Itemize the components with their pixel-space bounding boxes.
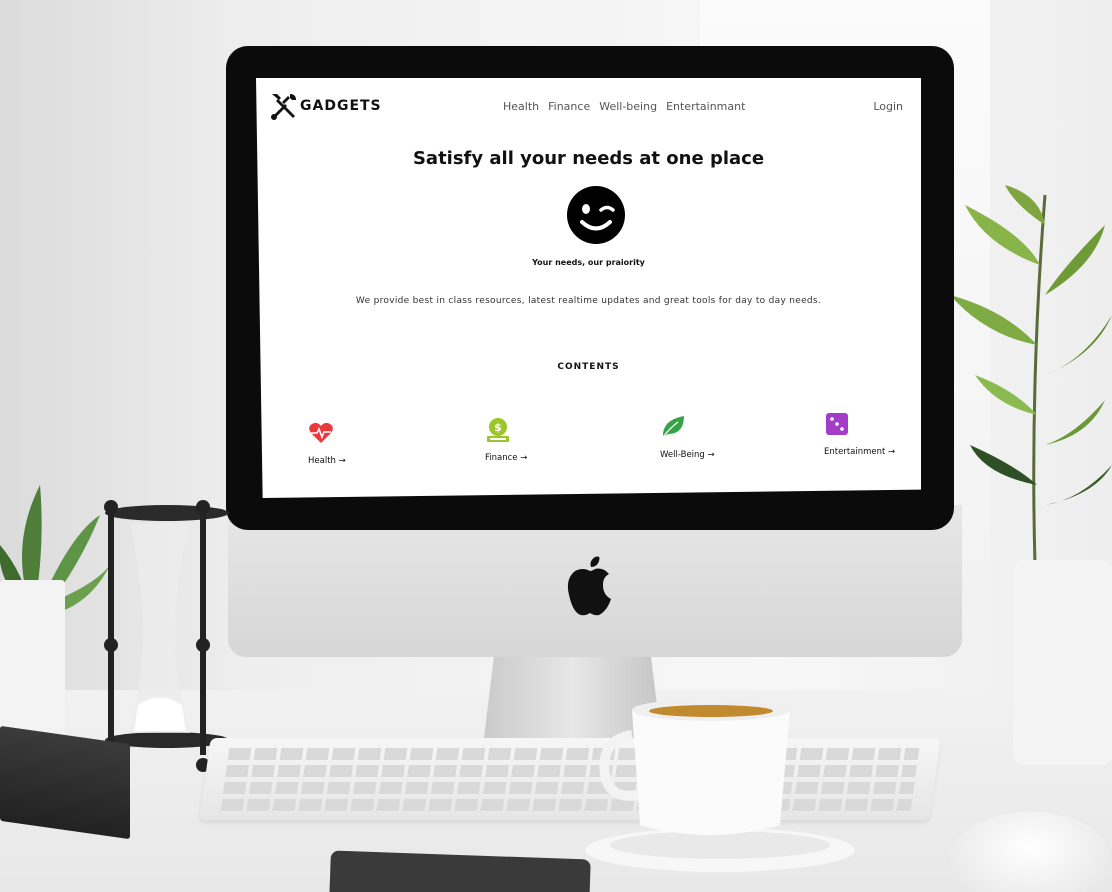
photo-scene: GADGETS Health Finance Well-being Entert…	[0, 0, 1112, 892]
hourglass	[104, 500, 229, 772]
top-navigation: GADGETS Health Finance Well-being Entert…	[256, 78, 921, 134]
heart-pulse-icon	[309, 422, 333, 443]
content-card-entertainment[interactable]: Entertainment →	[824, 411, 895, 457]
brand-name: GADGETS	[300, 98, 382, 114]
tagline: Your needs, our praiority	[532, 258, 645, 267]
content-card-finance[interactable]: $ Finance →	[485, 417, 527, 463]
nav-link-health[interactable]: Health	[503, 100, 539, 113]
leaf-icon	[662, 416, 684, 438]
coffee-cup	[585, 699, 855, 872]
computer-mouse	[950, 812, 1110, 892]
brand[interactable]: GADGETS	[270, 92, 382, 120]
wrench-screwdriver-icon	[271, 94, 296, 120]
website-screen: GADGETS Health Finance Well-being Entert…	[256, 78, 921, 498]
notebook	[0, 725, 130, 840]
content-label-entertainment: Entertainment →	[824, 447, 896, 457]
nav-link-finance[interactable]: Finance	[548, 100, 590, 113]
apple-logo-icon	[567, 556, 611, 616]
dice-icon	[826, 413, 848, 435]
description: We provide best in class resources, late…	[355, 296, 822, 306]
nav-link-entertainment[interactable]: Entertainmant	[666, 100, 745, 113]
login-link[interactable]: Login	[873, 100, 903, 113]
potted-plant-right	[950, 185, 1112, 765]
content-label-health: Health →	[308, 456, 346, 466]
svg-text:$: $	[494, 421, 502, 434]
nav-link-well-being[interactable]: Well-being	[599, 100, 657, 113]
contents-heading: CONTENTS	[557, 362, 620, 372]
nav-links: Health Finance Well-being Entertainmant	[503, 100, 745, 113]
winking-face-icon	[567, 186, 625, 244]
hero-title: Satisfy all your needs at one place	[412, 148, 765, 169]
content-card-well-being[interactable]: Well-Being →	[660, 414, 715, 460]
money-bag-icon: $	[487, 418, 509, 442]
content-label-finance: Finance →	[485, 453, 528, 463]
potted-plant-left	[0, 485, 110, 755]
content-label-well-being: Well-Being →	[660, 450, 715, 460]
content-card-health[interactable]: Health →	[308, 420, 346, 466]
